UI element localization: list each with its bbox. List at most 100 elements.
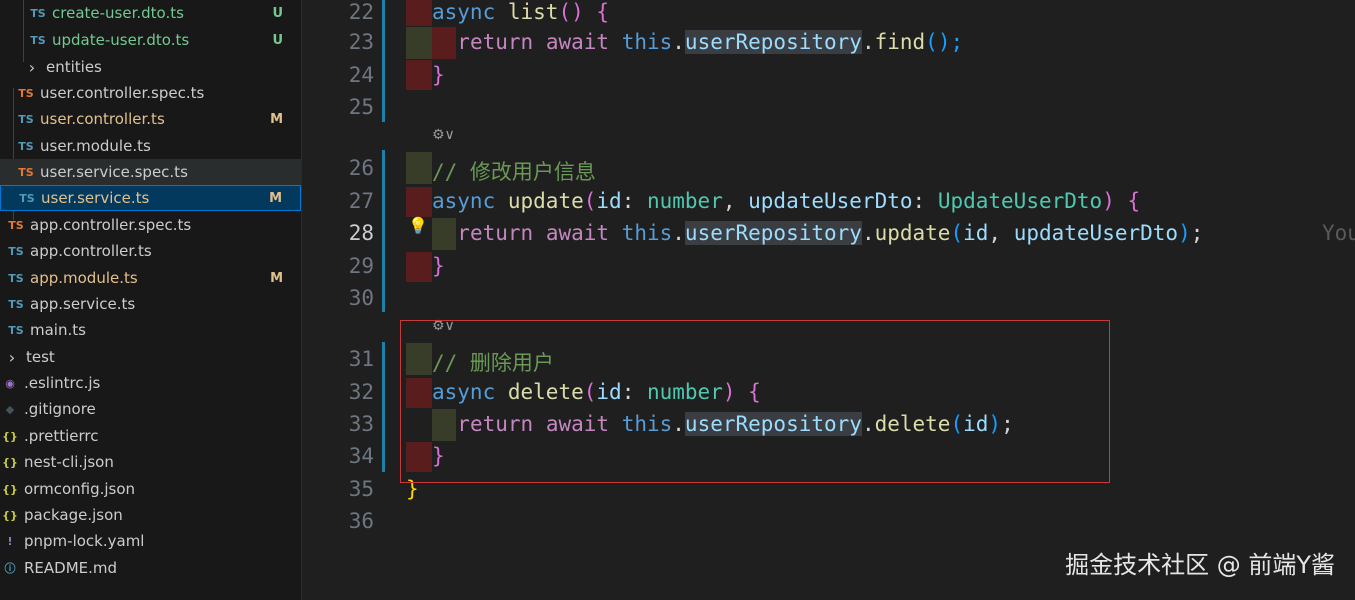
git-status-badge: M: [269, 190, 282, 206]
line-number: 27: [348, 189, 374, 213]
lightbulb-icon[interactable]: 💡: [408, 216, 428, 235]
keyword-async: async: [432, 0, 496, 24]
explorer-item[interactable]: TS user.module.ts: [0, 133, 301, 159]
explorer-item[interactable]: TS app.controller.spec.ts: [0, 212, 301, 238]
line-number: 30: [348, 286, 374, 310]
explorer-item[interactable]: ⓘ README.md: [0, 555, 301, 581]
explorer-item[interactable]: ◉ .eslintrc.js: [0, 370, 301, 396]
explorer-item-label: test: [26, 348, 55, 366]
code-punct: ();: [925, 30, 964, 54]
explorer-item[interactable]: {} .prettierrc: [0, 423, 301, 449]
typescript-file-icon: TS: [8, 271, 24, 285]
function-name: update: [507, 189, 584, 213]
git-modified-bar[interactable]: [382, 150, 385, 312]
explorer-item-label: user.module.ts: [40, 137, 151, 155]
explorer-item-label: .prettierrc: [24, 427, 99, 445]
function-name: list: [507, 0, 559, 24]
explorer-item-label: pnpm-lock.yaml: [24, 532, 145, 550]
explorer-item-label: README.md: [24, 559, 118, 577]
typescript-file-icon: TS: [8, 323, 24, 337]
git-status-badge: U: [272, 32, 283, 48]
typescript-file-icon: TS: [8, 244, 24, 258]
explorer-item[interactable]: TS user.controller.spec.ts: [0, 80, 301, 106]
code-line-29[interactable]: }: [432, 254, 445, 278]
explorer-item-label: app.service.ts: [30, 295, 136, 313]
explorer-item[interactable]: TS update-user.dto.ts U: [0, 27, 301, 53]
json-file-icon: {}: [2, 429, 18, 443]
typescript-file-icon: TS: [30, 6, 46, 20]
json-file-icon: {}: [2, 482, 18, 496]
explorer-item[interactable]: TS main.ts: [0, 317, 301, 343]
arg-name: updateUserDto: [1013, 221, 1179, 245]
explorer-item-label: entities: [46, 58, 102, 76]
git-status-badge: M: [270, 270, 283, 286]
json-file-icon: {}: [2, 455, 18, 469]
explorer-item[interactable]: {} ormconfig.json: [0, 476, 301, 502]
explorer-item-label: nest-cli.json: [24, 453, 114, 471]
line-number: 35: [348, 477, 374, 501]
code-line-24[interactable]: }: [432, 63, 445, 87]
codelens-icon[interactable]: ⚙∨: [432, 127, 455, 143]
keyword-this: this: [621, 221, 673, 245]
explorer-item[interactable]: › entities: [0, 54, 301, 80]
explorer-item-label: package.json: [24, 506, 123, 524]
explorer-item[interactable]: ◆ .gitignore: [0, 396, 301, 422]
explorer-item-label: app.module.ts: [30, 269, 138, 287]
typescript-file-icon: TS: [18, 165, 34, 179]
file-icon: ◉: [5, 376, 15, 390]
line-number: 24: [348, 63, 374, 87]
keyword-async: async: [432, 189, 496, 213]
explorer-item[interactable]: TS app.module.ts M: [0, 265, 301, 291]
explorer-item-label: create-user.dto.ts: [52, 4, 184, 22]
explorer-item-label: ormconfig.json: [24, 480, 136, 498]
code-comment[interactable]: // 修改用户信息: [432, 156, 596, 186]
param-type: number: [646, 189, 723, 213]
param-name: updateUserDto: [748, 189, 913, 213]
typescript-file-icon: TS: [19, 191, 35, 205]
diff-removed-marker: [406, 0, 432, 26]
keyword-this: this: [621, 30, 673, 54]
explorer-item[interactable]: TS user.controller.ts M: [0, 106, 301, 132]
keyword-return: return: [457, 221, 534, 245]
method-name: find: [874, 30, 926, 54]
diff-removed-marker: [406, 60, 432, 90]
git-modified-bar[interactable]: [382, 342, 385, 472]
json-file-icon: {}: [2, 508, 18, 522]
explorer-item-label: user.controller.spec.ts: [40, 84, 205, 102]
inline-blame: You: [1322, 221, 1355, 245]
diff-added-marker: [406, 152, 432, 184]
explorer-item[interactable]: ! pnpm-lock.yaml: [0, 528, 301, 554]
explorer-item[interactable]: TS app.controller.ts: [0, 238, 301, 264]
symbol-highlight: userRepository: [684, 30, 862, 54]
explorer-sidebar: TS create-user.dto.ts U TS update-user.dto.t…: [0, 0, 302, 600]
keyword-await: await: [545, 30, 610, 54]
code-punct: () {: [558, 0, 610, 24]
explorer-item[interactable]: TS create-user.dto.ts U: [0, 0, 301, 26]
explorer-item[interactable]: TS user.service.spec.ts: [0, 159, 301, 185]
explorer-item[interactable]: › test: [0, 344, 301, 370]
code-line-27[interactable]: async update(id: number, updateUserDto: …: [432, 189, 1140, 213]
code-line-22[interactable]: async list() {: [432, 0, 609, 24]
line-number: 33: [348, 412, 374, 436]
explorer-item[interactable]: TS app.service.ts: [0, 291, 301, 317]
line-number: 25: [348, 95, 374, 119]
param-type: UpdateUserDto: [937, 189, 1103, 213]
code-line-28[interactable]: return await this.userRepository.update(…: [432, 221, 1203, 245]
git-modified-bar[interactable]: [382, 0, 385, 122]
explorer-item[interactable]: TS user.service.ts M: [0, 185, 301, 211]
code-editor[interactable]: 22 23 24 25 26 27 28 29 30 31 32 33 34 3…: [302, 0, 1355, 600]
typescript-file-icon: TS: [18, 112, 34, 126]
explorer-item[interactable]: {} nest-cli.json: [0, 449, 301, 475]
explorer-item[interactable]: {} package.json: [0, 502, 301, 528]
line-number: 29: [348, 254, 374, 278]
explorer-item-label: app.controller.ts: [30, 242, 152, 260]
explorer-item-label: .gitignore: [24, 400, 96, 418]
typescript-file-icon: TS: [18, 139, 34, 153]
line-number-active: 28: [348, 221, 374, 245]
keyword-await: await: [545, 221, 610, 245]
diff-removed-marker: [406, 252, 432, 282]
method-name: update: [874, 221, 951, 245]
git-status-badge: U: [272, 5, 283, 21]
code-line-23[interactable]: return await this.userRepository.find();: [432, 30, 963, 54]
file-icon: ⓘ: [4, 562, 16, 575]
